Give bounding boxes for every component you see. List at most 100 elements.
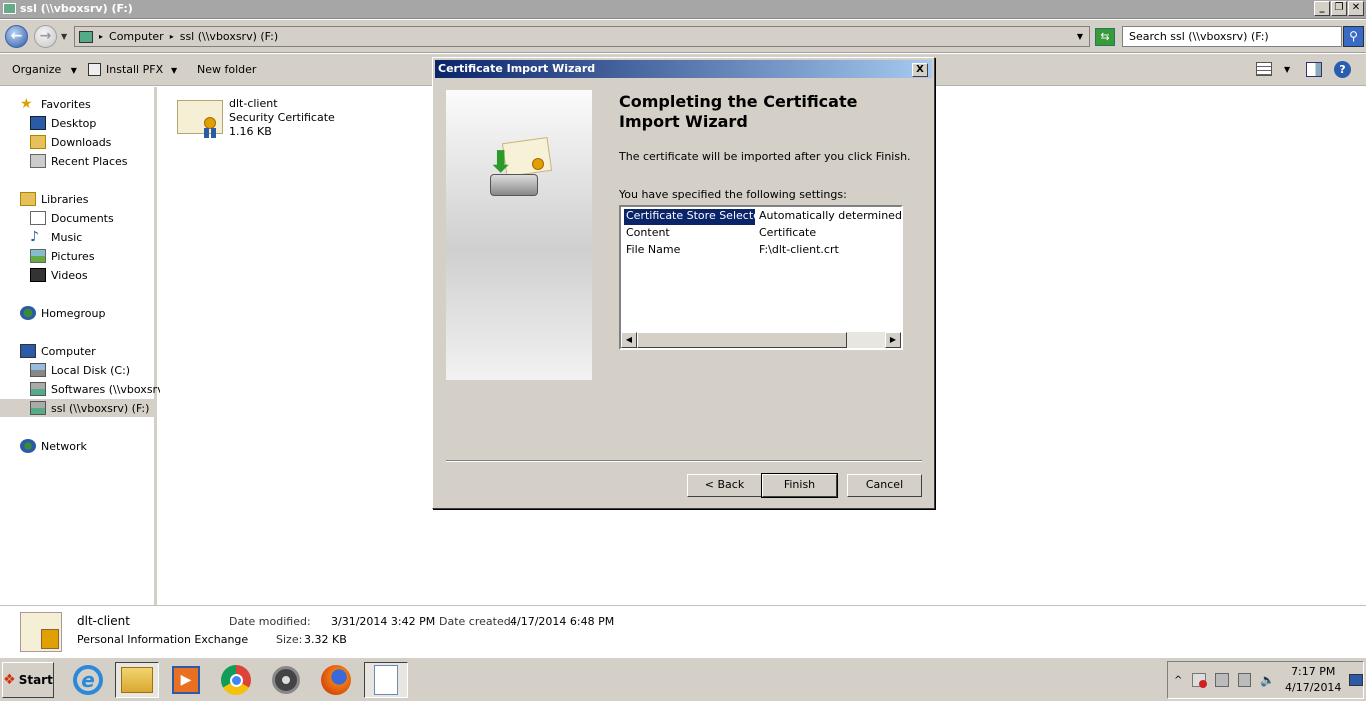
sidebar-item-pictures[interactable]: Pictures (30, 247, 95, 265)
address-box[interactable]: ▸ Computer ▸ ssl (\\vboxsrv) (F:) ▼ (74, 26, 1090, 47)
dialog-close-button[interactable]: X (912, 63, 928, 77)
chrome-icon[interactable] (214, 662, 258, 698)
sidebar-item-favorites[interactable]: ★ Favorites (20, 95, 91, 113)
forward-arrow-icon[interactable]: → (34, 25, 57, 48)
sidebar-item-libraries[interactable]: Libraries (20, 190, 89, 208)
install-icon (88, 63, 101, 76)
navigation-pane: ★ Favorites Desktop Downloads Recent Plac… (0, 87, 168, 605)
sidebar-item-recent-places[interactable]: Recent Places (30, 152, 128, 170)
device-icon[interactable] (1214, 673, 1229, 687)
clock[interactable]: 7:17 PM 4/17/2014 (1285, 664, 1341, 696)
pictures-icon (30, 249, 46, 263)
windows-explorer-icon[interactable] (115, 662, 159, 698)
install-pfx-dropdown-icon[interactable]: ▼ (171, 66, 177, 75)
sidebar-item-music[interactable]: ♪ Music (30, 228, 82, 246)
preview-pane-icon[interactable] (1306, 62, 1322, 77)
breadcrumb-computer[interactable]: Computer (109, 30, 164, 43)
certificate-import-wizard-dialog: Certificate Import Wizard X ⬇ Completing… (432, 57, 935, 509)
settings-list[interactable]: Certificate Store Selected Automatically … (619, 205, 903, 350)
show-hidden-icons-chevron-icon[interactable]: ^ (1174, 675, 1182, 686)
recent-pages-chevron-icon[interactable]: ▼ (61, 32, 67, 41)
list-item[interactable]: File Name F:\dlt-client.crt (624, 243, 839, 259)
details-pane: dlt-client Personal Information Exchange… (0, 605, 1366, 657)
sidebar-item-computer[interactable]: Computer (20, 342, 96, 360)
horizontal-scrollbar[interactable]: ◀ ▶ (621, 332, 901, 348)
downloads-folder-icon (30, 135, 46, 149)
media-player-icon[interactable]: ▶ (164, 662, 208, 698)
pfx-file-icon (20, 612, 62, 652)
windows-logo-icon: ❖ (3, 672, 16, 688)
desktop-icon (30, 116, 46, 130)
details-file-type: Personal Information Exchange (77, 633, 249, 646)
search-icon[interactable]: ⚲ (1343, 26, 1364, 47)
recent-places-icon (30, 154, 46, 168)
file-size: 1.16 KB (229, 125, 272, 138)
list-item[interactable]: Certificate Store Selected Automatically … (624, 209, 901, 225)
search-input[interactable]: Search ssl (\\vboxsrv) (F:) (1122, 26, 1342, 47)
sidebar-item-network[interactable]: Network (20, 437, 87, 455)
network-drive-icon (30, 401, 46, 415)
date-modified-label: Date modified: (229, 615, 311, 628)
refresh-icon[interactable]: ⇆ (1095, 28, 1115, 46)
close-button[interactable]: ✕ (1348, 1, 1364, 16)
maximize-button[interactable]: ❐ (1331, 1, 1347, 16)
certificate-icon (177, 100, 223, 138)
network-icon (20, 439, 36, 453)
sidebar-item-softwares[interactable]: Softwares (\\vboxsrv) (30, 380, 168, 398)
start-button[interactable]: ❖ Start (2, 662, 54, 698)
show-desktop-icon[interactable] (1349, 674, 1363, 686)
certificate-import-icon: ⬇ (486, 136, 553, 200)
scroll-right-icon[interactable]: ▶ (885, 332, 901, 348)
sidebar-item-local-disk[interactable]: Local Disk (C:) (30, 361, 130, 379)
sidebar-item-videos[interactable]: Videos (30, 266, 88, 284)
size-value: 3.32 KB (304, 633, 347, 646)
documents-icon (30, 211, 46, 225)
breadcrumb-ssl[interactable]: ssl (\\vboxsrv) (F:) (180, 30, 278, 43)
clock-time: 7:17 PM (1291, 665, 1336, 678)
help-icon[interactable]: ? (1334, 61, 1351, 78)
scroll-left-icon[interactable]: ◀ (621, 332, 637, 348)
system-tray: ^ 🔈 7:17 PM 4/17/2014 (1167, 661, 1364, 699)
action-center-icon[interactable] (1192, 673, 1207, 688)
cancel-button[interactable]: Cancel (847, 474, 922, 497)
clock-date: 4/17/2014 (1285, 681, 1342, 694)
new-folder-button[interactable]: New folder (197, 63, 256, 76)
volume-icon[interactable]: 🔈 (1260, 673, 1275, 687)
file-type: Security Certificate (229, 111, 335, 124)
videos-icon (30, 268, 46, 282)
install-pfx-button[interactable]: Install PFX (88, 63, 163, 76)
file-item[interactable]: dlt-client Security Certificate 1.16 KB (177, 97, 337, 145)
minimize-button[interactable]: _ (1314, 1, 1330, 16)
sidebar-item-ssl[interactable]: ssl (\\vboxsrv) (F:) (0, 399, 157, 417)
certificate-window-icon[interactable] (364, 662, 408, 698)
address-dropdown-icon[interactable]: ▼ (1077, 32, 1083, 41)
finish-button[interactable]: Finish (761, 473, 838, 498)
homegroup-icon (20, 306, 36, 320)
date-created-label: Date created: (439, 615, 515, 628)
view-dropdown-icon[interactable]: ▼ (1284, 65, 1290, 74)
scroll-thumb[interactable] (637, 332, 847, 348)
internet-explorer-icon[interactable]: e (66, 662, 110, 698)
breadcrumb-chevron-icon[interactable]: ▸ (99, 32, 103, 41)
disc-burner-icon[interactable] (264, 662, 308, 698)
breadcrumb-chevron-icon[interactable]: ▸ (170, 32, 174, 41)
sidebar-item-desktop[interactable]: Desktop (30, 114, 96, 132)
sidebar-item-homegroup[interactable]: Homegroup (20, 304, 105, 322)
network-tray-icon[interactable] (1237, 673, 1252, 687)
details-file-name: dlt-client (77, 614, 130, 628)
firefox-icon[interactable] (314, 662, 358, 698)
window-title-bar[interactable]: ssl (\\vboxsrv) (F:) _ ❐ ✕ (0, 0, 1366, 19)
address-bar-area: ← → ▼ ▸ Computer ▸ ssl (\\vboxsrv) (F:) … (0, 20, 1366, 53)
sidebar-item-documents[interactable]: Documents (30, 209, 114, 227)
list-item[interactable]: Content Certificate (624, 226, 816, 242)
back-button[interactable]: < Back (687, 474, 762, 497)
settings-label: You have specified the following setting… (619, 188, 847, 201)
network-drive-icon (3, 3, 16, 14)
back-arrow-icon[interactable]: ← (5, 25, 28, 48)
file-name: dlt-client (229, 97, 278, 110)
dialog-title-bar[interactable]: Certificate Import Wizard X (435, 60, 932, 78)
organize-button[interactable]: Organize ▼ (12, 63, 77, 76)
date-modified-value: 3/31/2014 3:42 PM (331, 615, 436, 628)
view-options-icon[interactable] (1256, 62, 1272, 76)
sidebar-item-downloads[interactable]: Downloads (30, 133, 111, 151)
